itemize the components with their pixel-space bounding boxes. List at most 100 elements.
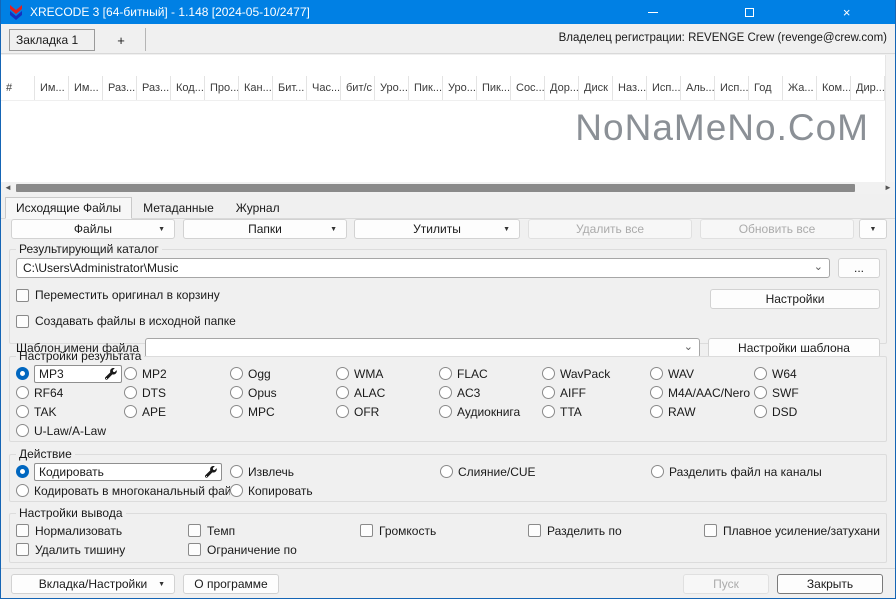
radio-icon [440,465,453,478]
column-header[interactable]: Раз... [103,76,137,100]
column-header[interactable]: Код... [171,76,205,100]
format-radio-option[interactable]: RAW [650,402,754,421]
close-icon[interactable]: × [830,0,864,24]
format-radio-option[interactable]: M4A/AAC/Nero [650,383,754,402]
folders-button[interactable]: Папки ▼ [183,219,347,239]
format-radio-option[interactable]: W64 [754,364,880,383]
column-header[interactable]: Жа... [783,76,817,100]
format-radio-option[interactable]: AIFF [542,383,650,402]
column-header[interactable]: Диск [579,76,613,100]
column-header[interactable]: Уро... [375,76,409,100]
column-header[interactable]: Исп... [647,76,681,100]
column-header[interactable]: Пик... [409,76,443,100]
format-radio-option[interactable]: Ogg [230,364,336,383]
action-radio-option[interactable]: Слияние/CUE [440,462,651,481]
bookmark-tab-row: Закладка 1 + Владелец регистрации: REVEN… [1,24,895,54]
column-header[interactable]: Сос... [511,76,545,100]
wrench-icon[interactable] [105,368,117,380]
output-option-label: Плавное усиление/затухание [723,524,880,538]
format-radio-option[interactable]: AC3 [439,383,542,402]
action-radio-option[interactable]: Кодировать в многоканальный файл [16,481,230,500]
output-option-checkbox[interactable]: Разделить по [528,521,704,540]
format-radio-option[interactable]: RF64 [16,383,124,402]
column-header[interactable]: Про... [205,76,239,100]
tab-settings-button[interactable]: Вкладка/Настройки ▼ [11,574,175,594]
format-radio-option[interactable]: Аудиокнига [439,402,542,421]
files-button[interactable]: Файлы ▼ [11,219,175,239]
format-radio-option[interactable]: Opus [230,383,336,402]
format-radio-option[interactable]: WMA [336,364,439,383]
file-list-table[interactable]: # Им... Им... Раз... Раз... [1,55,895,182]
column-header[interactable]: Дир... [851,76,885,100]
column-header[interactable]: Аль... [681,76,715,100]
column-header[interactable]: Кан... [239,76,273,100]
output-option-checkbox[interactable]: Темп [188,521,360,540]
format-radio-option[interactable]: FLAC [439,364,542,383]
format-radio-option[interactable]: DTS [124,383,230,402]
column-header[interactable]: Год [749,76,783,100]
format-radio-option[interactable]: MP3 [16,364,124,383]
add-tab-button[interactable]: + [109,29,133,51]
maximize-icon[interactable] [733,0,767,24]
format-radio-option[interactable]: OFR [336,402,439,421]
output-path-value: C:\Users\Administrator\Music [23,261,178,275]
format-radio-option[interactable]: U-Law/A-Law [16,421,124,440]
format-radio-option[interactable]: DSD [754,402,880,421]
column-header[interactable]: Им... [69,76,103,100]
output-option-checkbox[interactable]: Удалить тишину [16,540,188,559]
column-header[interactable]: Ком... [817,76,851,100]
column-header-label: Жа... [788,82,814,94]
action-radio-option[interactable]: Копировать [230,481,440,500]
output-option-checkbox[interactable]: Плавное усиление/затухание [704,521,880,540]
scroll-left-icon[interactable]: ◄ [1,182,15,194]
format-radio-option[interactable]: TTA [542,402,650,421]
format-radio-option[interactable]: ALAC [336,383,439,402]
wrench-icon[interactable] [205,466,217,478]
action-radio-option[interactable]: Извлечь [230,462,440,481]
tab-bookmark-1[interactable]: Закладка 1 [9,29,95,51]
radio-icon [754,405,767,418]
column-header[interactable]: Уро... [443,76,477,100]
output-option-checkbox[interactable]: Громкость [360,521,528,540]
view-tab[interactable]: Метаданные [132,196,225,218]
format-radio-option[interactable]: WAV [650,364,754,383]
format-radio-option[interactable]: MP2 [124,364,230,383]
action-radio-option[interactable]: Кодировать [16,462,230,481]
column-header[interactable]: Пик... [477,76,511,100]
vertical-scrollbar[interactable] [885,55,895,182]
view-tab[interactable]: Журнал [225,196,291,218]
column-header[interactable]: Раз... [137,76,171,100]
output-option-checkbox[interactable]: Ограничение по [188,540,360,559]
column-header[interactable]: Час... [307,76,341,100]
column-header[interactable]: Дор... [545,76,579,100]
close-button[interactable]: Закрыть [777,574,883,594]
minimize-icon[interactable] [636,0,670,24]
column-header[interactable]: Исп... [715,76,749,100]
scrollbar-thumb[interactable] [16,184,855,192]
column-header[interactable]: Им... [35,76,69,100]
settings-button[interactable]: Настройки [710,289,880,309]
format-label: MP2 [142,367,167,381]
column-header[interactable]: # [1,76,35,100]
refresh-all-button: Обновить все [700,219,854,239]
view-tab[interactable]: Исходящие Файлы [5,197,132,219]
output-option-checkbox[interactable]: Нормализовать [16,521,188,540]
format-radio-option[interactable]: SWF [754,383,880,402]
format-label: SWF [772,386,799,400]
scroll-right-icon[interactable]: ► [881,182,895,194]
more-actions-button[interactable]: ▼ [859,219,887,239]
format-radio-option[interactable]: WavPack [542,364,650,383]
format-radio-option[interactable]: TAK [16,402,124,421]
column-header[interactable]: Бит... [273,76,307,100]
browse-button[interactable]: ... [838,258,880,278]
horizontal-scrollbar[interactable]: ◄ ► [1,182,895,194]
action-radio-option[interactable]: Разделить файл на каналы [651,462,880,481]
format-radio-option[interactable]: MPC [230,402,336,421]
format-radio-option[interactable]: APE [124,402,230,421]
column-header[interactable]: Наз... [613,76,647,100]
output-path-combobox[interactable]: C:\Users\Administrator\Music ⌄ [16,258,830,278]
about-button[interactable]: О программе [183,574,279,594]
create-in-source-checkbox[interactable]: Создавать файлы в исходной папке [16,312,880,330]
column-header[interactable]: бит/с [341,76,375,100]
utilities-button[interactable]: Утилиты ▼ [354,219,520,239]
